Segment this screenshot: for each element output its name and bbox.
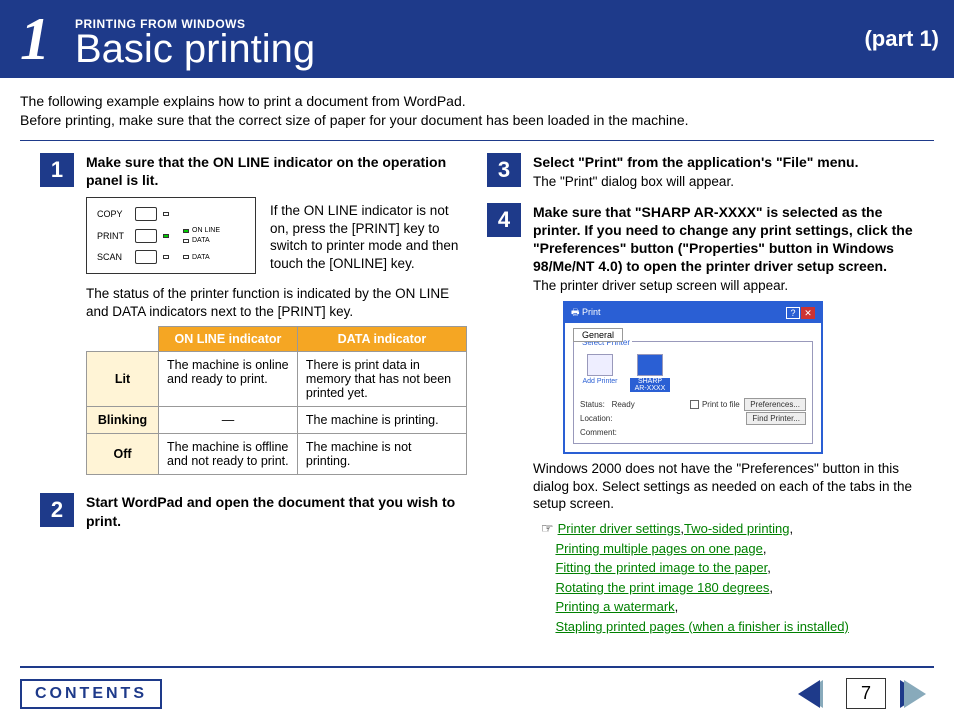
table-header: ON LINE indicator: [159, 327, 298, 352]
step-text: The "Print" dialog box will appear.: [533, 173, 914, 191]
led-icon: [163, 234, 169, 238]
step-title: Start WordPad and open the document that…: [86, 493, 467, 529]
intro-text: The following example explains how to pr…: [0, 78, 954, 140]
step-body: Make sure that the ON LINE indicator on …: [86, 153, 467, 476]
page-footer: CONTENTS 7: [20, 666, 934, 721]
panel-print-label: PRINT: [97, 231, 129, 241]
printer-icon: [587, 354, 613, 376]
status-label: Status:: [580, 400, 605, 409]
step-title: Make sure that the ON LINE indicator on …: [86, 153, 467, 189]
step-body: Make sure that "SHARP AR-XXXX" is select…: [533, 203, 914, 637]
close-icon: ✕: [801, 307, 815, 319]
link-watermark[interactable]: Printing a watermark: [555, 599, 674, 614]
led-icon: [183, 239, 189, 243]
step-title: Select "Print" from the application's "F…: [533, 153, 914, 171]
chapter-number: 1: [0, 5, 70, 74]
online-led-label: ON LINE: [192, 227, 220, 234]
left-column: 1 Make sure that the ON LINE indicator o…: [40, 153, 467, 649]
content-columns: 1 Make sure that the ON LINE indicator o…: [20, 140, 934, 649]
contents-button[interactable]: CONTENTS: [20, 679, 162, 709]
status-value: Ready: [612, 400, 635, 409]
data-led-label: DATA: [192, 237, 210, 244]
step-text: The printer driver setup screen will app…: [533, 277, 914, 295]
print-dialog-screenshot: 🖶 Print ?✕ General Select Printer Add Pr…: [563, 301, 823, 454]
table-cell: There is print data in memory that has n…: [297, 352, 466, 407]
table-row-header: Off: [87, 434, 159, 475]
link-two-sided-printing[interactable]: Two-sided printing: [684, 521, 790, 536]
table-cell: The machine is printing.: [297, 407, 466, 434]
led-icon: [183, 255, 189, 259]
panel-scan-label: SCAN: [97, 252, 129, 262]
step-3: 3 Select "Print" from the application's …: [487, 153, 914, 191]
dialog-title-text: Print: [582, 307, 601, 317]
table-cell: The machine is offline and not ready to …: [159, 434, 298, 475]
link-multiple-pages[interactable]: Printing multiple pages on one page: [555, 541, 762, 556]
indicator-table: ON LINE indicator DATA indicator Lit The…: [86, 326, 467, 475]
after-dialog-text: Windows 2000 does not have the "Preferen…: [533, 460, 914, 513]
page-number: 7: [846, 678, 886, 709]
operation-panel-diagram: COPY PRINT ON LINE DATA: [86, 197, 256, 274]
step-4: 4 Make sure that "SHARP AR-XXXX" is sele…: [487, 203, 914, 637]
step-number: 4: [487, 203, 521, 237]
table-row-header: Blinking: [87, 407, 159, 434]
panel-row: COPY PRINT ON LINE DATA: [86, 197, 467, 277]
panel-copy-label: COPY: [97, 209, 129, 219]
table-row-header: Lit: [87, 352, 159, 407]
find-printer-button: Find Printer...: [746, 412, 806, 425]
printer-icon: [637, 354, 663, 376]
add-printer-item: Add Printer: [580, 354, 620, 392]
link-fit-to-paper[interactable]: Fitting the printed image to the paper: [555, 560, 767, 575]
step-title: Make sure that "SHARP AR-XXXX" is select…: [533, 203, 914, 276]
link-rotate-180[interactable]: Rotating the print image 180 degrees: [555, 580, 769, 595]
step-number: 2: [40, 493, 74, 527]
location-label: Location:: [580, 414, 612, 423]
triangle-right-icon: [904, 680, 926, 708]
table-cell: The machine is online and ready to print…: [159, 352, 298, 407]
page-header: 1 PRINTING FROM WINDOWS Basic printing (…: [0, 0, 954, 78]
step-2: 2 Start WordPad and open the document th…: [40, 493, 467, 529]
step-number: 3: [487, 153, 521, 187]
right-column: 3 Select "Print" from the application's …: [487, 153, 914, 649]
preferences-button: Preferences...: [744, 398, 806, 411]
dialog-tab-general: General: [573, 328, 623, 342]
table-cell: The machine is not printing.: [297, 434, 466, 475]
led-icon: [183, 229, 189, 233]
sharp-printer-item: SHARP AR-XXXX: [630, 354, 670, 392]
checkbox-icon: [690, 400, 699, 409]
help-icon: ?: [786, 307, 800, 319]
next-page-button[interactable]: [900, 680, 934, 708]
panel-side-text: If the ON LINE indicator is not on, pres…: [270, 202, 467, 272]
step-body: Start WordPad and open the document that…: [86, 493, 467, 529]
data-led-label: DATA: [192, 254, 210, 261]
step-number: 1: [40, 153, 74, 187]
triangle-left-icon: [798, 680, 820, 708]
link-stapling[interactable]: Stapling printed pages (when a finisher …: [555, 619, 848, 634]
print-icon: [135, 229, 157, 243]
comment-label: Comment:: [580, 428, 617, 437]
step-body: Select "Print" from the application's "F…: [533, 153, 914, 191]
led-icon: [163, 212, 169, 216]
page-nav: 7: [798, 678, 934, 709]
step-1: 1 Make sure that the ON LINE indicator o…: [40, 153, 467, 476]
scan-icon: [135, 250, 157, 264]
intro-line: The following example explains how to pr…: [20, 92, 934, 111]
table-cell: —: [159, 407, 298, 434]
status-text: The status of the printer function is in…: [86, 285, 467, 320]
page-title: Basic printing: [75, 29, 864, 69]
led-icon: [163, 255, 169, 259]
print-to-file-label: Print to file: [702, 400, 740, 409]
intro-line: Before printing, make sure that the corr…: [20, 111, 934, 130]
link-printer-driver-settings[interactable]: Printer driver settings: [558, 521, 681, 536]
table-header: DATA indicator: [297, 327, 466, 352]
header-titles: PRINTING FROM WINDOWS Basic printing: [70, 9, 864, 69]
related-links: ☞Printer driver settings,Two-sided print…: [541, 518, 914, 637]
copy-icon: [135, 207, 157, 221]
dialog-titlebar: 🖶 Print ?✕: [565, 303, 821, 323]
pointing-hand-icon: ☞: [541, 520, 554, 536]
part-label: (part 1): [864, 26, 939, 52]
prev-page-button[interactable]: [798, 680, 832, 708]
